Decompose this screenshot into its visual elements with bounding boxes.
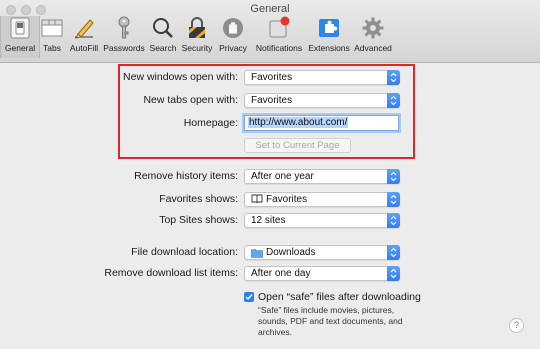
puzzle-icon [317,16,341,40]
new-windows-popup[interactable]: Favorites [244,70,400,85]
tab-extensions[interactable]: Extensions [307,16,351,58]
new-tabs-popup[interactable]: Favorites [244,93,400,108]
chevron-updown-icon [387,169,400,184]
tab-tabs[interactable]: Tabs [40,16,64,58]
magnifier-icon [151,16,175,40]
top-sites-popup[interactable]: 12 sites [244,213,400,228]
new-tabs-label: New tabs open with: [143,94,238,106]
new-windows-label: New windows open with: [123,71,238,83]
set-current-page-button[interactable]: Set to Current Page [244,138,351,153]
gear-icon [361,16,385,40]
pencil-icon [72,16,96,40]
chevron-updown-icon [387,192,400,207]
chevron-updown-icon [387,93,400,108]
favorites-shows-popup[interactable]: Favorites [244,192,400,207]
tab-notifications[interactable]: Notifications [252,16,306,58]
remove-history-label: Remove history items: [134,170,238,182]
hand-icon [221,16,245,40]
lock-icon [185,16,209,40]
tab-general[interactable]: General [0,16,40,58]
tabs-icon [40,16,64,40]
tab-privacy[interactable]: Privacy [217,16,249,58]
download-location-popup[interactable]: Downloads [244,245,400,260]
remove-downloads-popup[interactable]: After one day [244,266,400,281]
folder-icon [251,248,263,261]
book-icon [251,194,263,207]
homepage-label: Homepage: [183,117,238,129]
tab-security[interactable]: Security [180,16,214,58]
safe-files-note: “Safe” files include movies, pictures, s… [258,305,403,337]
open-safe-files-checkbox[interactable] [244,292,254,302]
help-button[interactable]: ? [509,318,524,333]
homepage-field[interactable]: http://www.about.com/ [244,115,399,131]
favorites-shows-label: Favorites shows: [159,193,238,205]
checkmark-icon [245,294,253,301]
tab-search[interactable]: Search [148,16,178,58]
chevron-updown-icon [387,245,400,260]
window-title: General [250,3,290,15]
key-icon [112,16,136,40]
window-toolbar: General General Tabs AutoFill Passwords … [0,0,540,63]
chevron-updown-icon [387,266,400,281]
remove-history-popup[interactable]: After one year [244,169,400,184]
tab-passwords[interactable]: Passwords [103,16,145,58]
chevron-updown-icon [387,213,400,228]
notification-icon [267,16,291,40]
tab-advanced[interactable]: Advanced [352,16,394,58]
download-location-label: File download location: [131,246,238,258]
remove-downloads-label: Remove download list items: [104,267,238,279]
top-sites-label: Top Sites shows: [159,214,238,226]
open-safe-files-label[interactable]: Open “safe” files after downloading [258,291,421,303]
general-switch-icon [8,16,32,40]
chevron-updown-icon [387,70,400,85]
tab-autofill[interactable]: AutoFill [67,16,101,58]
